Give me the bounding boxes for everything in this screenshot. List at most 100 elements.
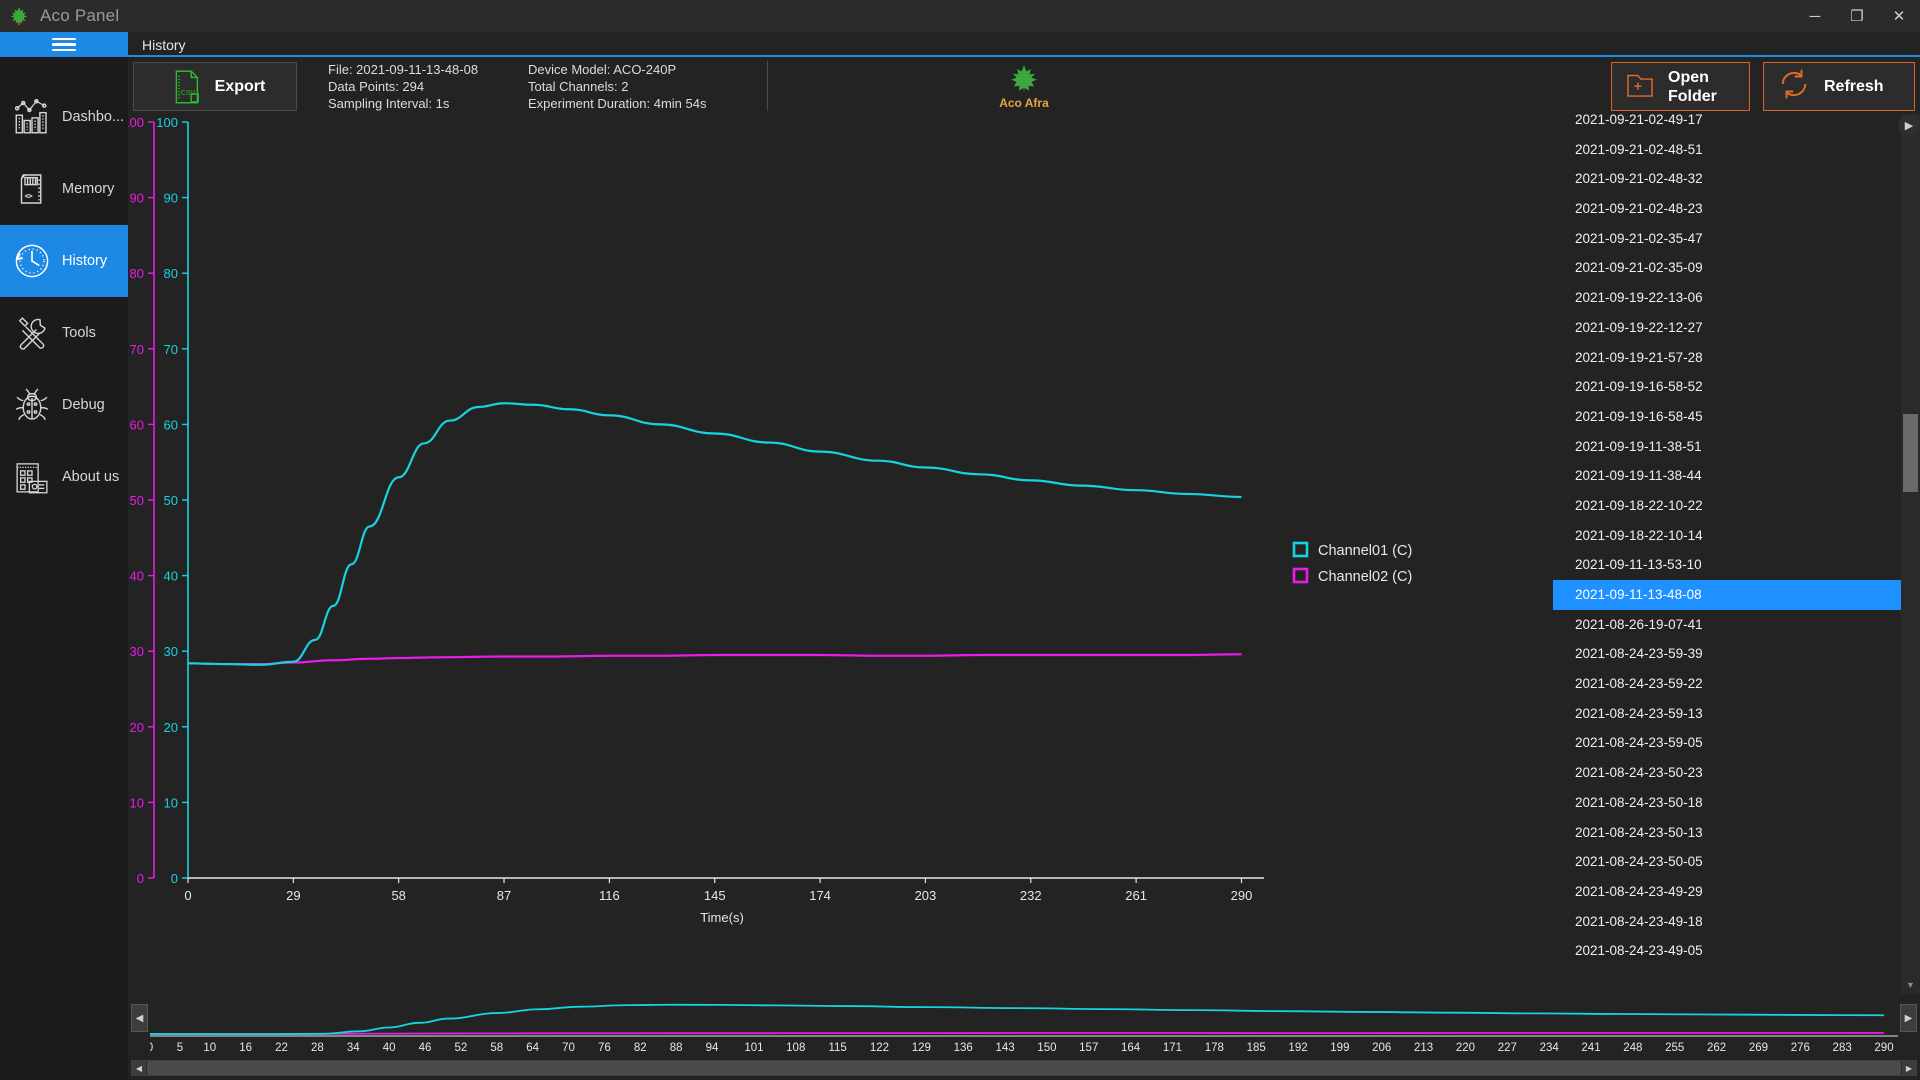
sidebar-item-history[interactable]: History [0, 225, 128, 297]
svg-text:70: 70 [164, 342, 178, 357]
file-list-item[interactable]: 2021-08-24-23-50-05 [1553, 847, 1901, 877]
overview-tick-label: 94 [706, 1042, 719, 1054]
file-list-item[interactable]: 2021-09-18-22-10-22 [1553, 491, 1901, 521]
overview-tick-label: 143 [995, 1042, 1014, 1054]
overview-tick-label: 101 [744, 1042, 763, 1054]
svg-text:232: 232 [1020, 888, 1042, 903]
hscroll-thumb[interactable] [147, 1061, 1901, 1075]
file-list-scrollbar[interactable]: ▲ ▼ [1901, 114, 1920, 994]
scroll-down-icon[interactable]: ▼ [1901, 976, 1920, 994]
sidebar-item-label: Tools [62, 325, 96, 341]
collapse-panel-button[interactable]: ▶ [1898, 114, 1920, 136]
file-list-item[interactable]: 2021-09-11-13-48-08 [1553, 580, 1901, 610]
overview-prev-button[interactable]: ◀ [131, 1004, 148, 1032]
file-list-item[interactable]: 2021-08-24-23-59-13 [1553, 699, 1901, 729]
export-button[interactable]: CSV Export [133, 62, 297, 111]
file-list-item[interactable]: 2021-08-24-23-50-18 [1553, 788, 1901, 818]
file-list-item[interactable]: 2021-09-19-22-13-06 [1553, 283, 1901, 313]
overview-tick-label: 220 [1456, 1042, 1475, 1054]
svg-text:0: 0 [137, 871, 144, 886]
maple-leaf-logo-icon [1011, 64, 1037, 93]
file-list-item[interactable]: 2021-09-19-21-57-28 [1553, 343, 1901, 373]
file-list-item[interactable]: 2021-09-21-02-35-09 [1553, 253, 1901, 283]
overview-tick-label: 234 [1540, 1042, 1560, 1054]
open-folder-label-line1: Open [1668, 68, 1709, 86]
svg-text:Time(s): Time(s) [700, 910, 744, 925]
refresh-button[interactable]: Refresh [1763, 62, 1915, 111]
open-folder-button[interactable]: Open Folder [1611, 62, 1750, 111]
overview-horizontal-scrollbar[interactable]: ◀ ▶ [131, 1060, 1917, 1076]
sidebar-item-about-us[interactable]: About us [0, 441, 128, 513]
sidebar: Dashbo... Memory History Tools Debug Abo… [0, 32, 128, 1080]
svg-text:40: 40 [130, 569, 144, 584]
overview-plot[interactable]: 0 5 10 16 22 28 34 40 46 52 58 64 70 76 82 88 94 101 108 11… [150, 1000, 1898, 1058]
svg-text:70: 70 [130, 342, 144, 357]
file-list-item[interactable]: 2021-08-24-23-50-23 [1553, 758, 1901, 788]
series-line [187, 402, 1242, 666]
sidebar-item-memory[interactable]: Memory [0, 153, 128, 225]
file-list-item[interactable]: 2021-09-11-13-53-10 [1553, 550, 1901, 580]
hscroll-left-icon[interactable]: ◀ [132, 1061, 146, 1075]
file-list-item[interactable]: 2021-09-18-22-10-14 [1553, 521, 1901, 551]
file-list-item[interactable]: 2021-08-24-23-59-39 [1553, 639, 1901, 669]
toolbar: CSV Export File: 2021-09-11-13-48-08 Dat… [128, 57, 1920, 114]
minimize-icon[interactable]: ─ [1794, 0, 1836, 32]
file-info-column-right: Device Model: ACO-240P Total Channels: 2… [528, 61, 753, 111]
file-list-item[interactable]: 2021-08-24-23-59-22 [1553, 669, 1901, 699]
sidebar-item-dashboard[interactable]: Dashbo... [0, 81, 128, 153]
file-list-item[interactable]: 2021-08-24-23-49-05 [1553, 936, 1901, 966]
file-list-item[interactable]: 2021-09-21-02-49-17 [1553, 114, 1901, 135]
file-list-item[interactable]: 2021-09-19-16-58-52 [1553, 372, 1901, 402]
sidebar-item-debug[interactable]: Debug [0, 369, 128, 441]
file-list-item[interactable]: 2021-08-24-23-49-29 [1553, 877, 1901, 907]
maple-leaf-logo-icon [8, 5, 30, 27]
svg-text:290: 290 [1231, 888, 1253, 903]
restore-icon[interactable]: ❐ [1836, 0, 1878, 32]
close-icon[interactable]: ✕ [1878, 0, 1920, 32]
svg-text:261: 261 [1125, 888, 1147, 903]
svg-text:20: 20 [164, 720, 178, 735]
window-title: Aco Panel [40, 6, 120, 25]
overview-tick-label: 136 [954, 1042, 973, 1054]
tab-history[interactable]: History [128, 32, 200, 57]
open-folder-label-line2: Folder [1668, 87, 1717, 105]
svg-text:10: 10 [130, 795, 144, 810]
info-file: File: 2021-09-11-13-48-08 [328, 61, 479, 77]
history-chart[interactable]: 0010102020303040405050606070708080909010… [128, 114, 1553, 994]
overview-tick-label: 157 [1079, 1042, 1098, 1054]
file-list-item[interactable]: 2021-09-21-02-48-23 [1553, 194, 1901, 224]
file-list-item[interactable]: 2021-09-19-11-38-51 [1553, 432, 1901, 462]
file-list[interactable]: 2021-09-21-02-49-17 2021-09-21-02-48-51 20… [1553, 114, 1901, 966]
file-list-item[interactable]: 2021-09-21-02-35-47 [1553, 224, 1901, 254]
file-list-item[interactable]: 2021-08-24-23-49-18 [1553, 907, 1901, 937]
svg-text:29: 29 [286, 888, 300, 903]
overview-tick-label: 64 [526, 1042, 539, 1054]
overview-tick-label: 241 [1581, 1042, 1600, 1054]
svg-text:50: 50 [130, 493, 144, 508]
file-list-item[interactable]: 2021-08-26-19-07-41 [1553, 610, 1901, 640]
overview-tick-label: 171 [1163, 1042, 1182, 1054]
info-data-points: Data Points: 294 [328, 78, 425, 94]
hscroll-right-icon[interactable]: ▶ [1902, 1061, 1916, 1075]
file-list-item[interactable]: 2021-09-19-16-58-45 [1553, 402, 1901, 432]
overview-tick-label: 0 [150, 1042, 153, 1054]
file-list-item[interactable]: 2021-09-21-02-48-32 [1553, 164, 1901, 194]
overview-next-button[interactable]: ▶ [1900, 1004, 1917, 1032]
svg-text:100: 100 [128, 115, 144, 130]
sidebar-item-label: Debug [62, 397, 105, 413]
overview-tick-label: 150 [1037, 1042, 1056, 1054]
sidebar-item-tools[interactable]: Tools [0, 297, 128, 369]
file-list-item[interactable]: 2021-09-19-22-12-27 [1553, 313, 1901, 343]
overview-tick-label: 82 [634, 1042, 647, 1054]
file-list-item[interactable]: 2021-09-19-11-38-44 [1553, 461, 1901, 491]
file-list-item[interactable]: 2021-08-24-23-50-13 [1553, 818, 1901, 848]
tools-icon [8, 309, 56, 357]
sidebar-item-label: Dashbo... [62, 109, 125, 125]
hamburger-icon[interactable] [0, 32, 128, 57]
svg-text:145: 145 [704, 888, 726, 903]
chart-panel: 0010102020303040405050606070708080909010… [128, 114, 1553, 994]
file-list-item[interactable]: 2021-09-21-02-48-51 [1553, 135, 1901, 165]
scrollbar-thumb[interactable] [1903, 414, 1918, 492]
file-list-item[interactable]: 2021-08-24-23-59-05 [1553, 728, 1901, 758]
overview-tick-label: 290 [1874, 1042, 1893, 1054]
